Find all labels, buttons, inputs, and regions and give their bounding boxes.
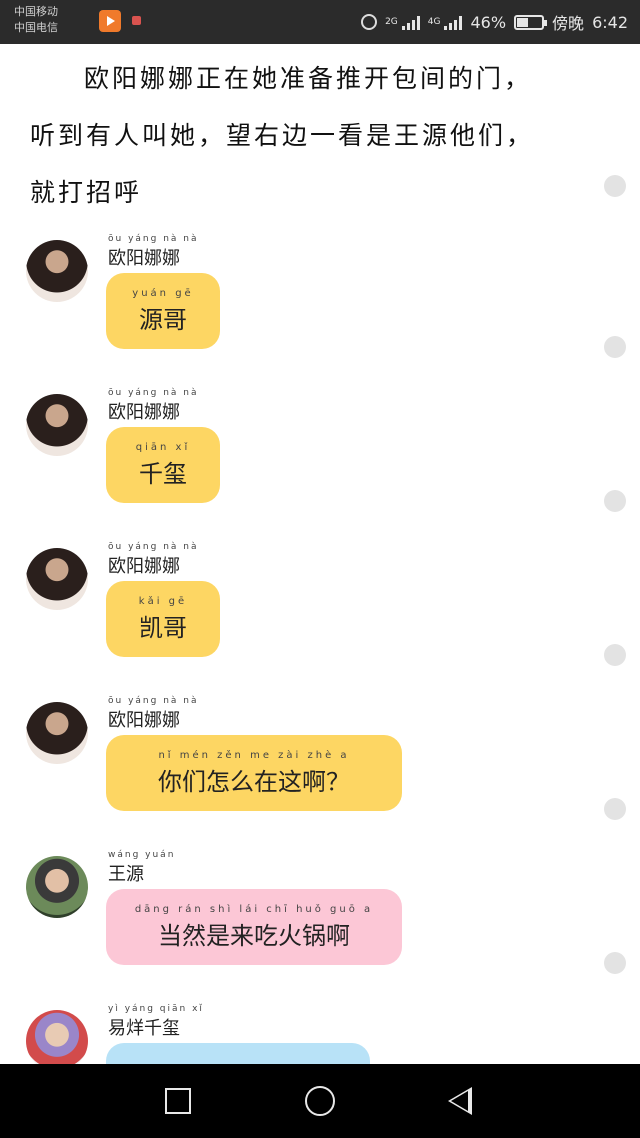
- narration-line-2: 听到有人叫她，望右边一看是王源他们，: [30, 121, 535, 150]
- select-radio[interactable]: [604, 336, 626, 358]
- select-radio[interactable]: [604, 952, 626, 974]
- sender-name: yì yáng qiān xǐ 易烊千玺: [108, 1004, 204, 1040]
- avatar: [26, 240, 88, 302]
- message-pinyin: qiān xǐ: [135, 441, 191, 453]
- message-pinyin: kǎi gē: [138, 595, 188, 607]
- sender-name-text: 欧阳娜娜: [108, 248, 180, 269]
- message-bubble[interactable]: [106, 1043, 370, 1064]
- sender-pinyin: ōu yáng nà nà: [108, 388, 199, 398]
- sender-pinyin: ōu yáng nà nà: [108, 696, 199, 706]
- clock: 6:42: [592, 12, 628, 32]
- message-text: 源哥: [139, 305, 187, 334]
- sender-pinyin: yì yáng qiān xǐ: [108, 1004, 204, 1014]
- recent-apps-icon[interactable]: [165, 1088, 191, 1114]
- video-app-icon: [99, 10, 121, 32]
- notification-icon: [132, 16, 141, 25]
- status-bar: 中国移动 中国电信 2G 4G 46% 傍晚 6:42: [0, 0, 640, 44]
- message-bubble[interactable]: nǐ mén zěn me zài zhè a 你们怎么在这啊？: [106, 735, 402, 811]
- sender-name: ōu yáng nà nà 欧阳娜娜: [108, 542, 199, 578]
- status-indicators: 2G 4G 46% 傍晚 6:42: [361, 9, 628, 35]
- sender-name-text: 王源: [108, 864, 144, 885]
- avatar: [26, 856, 88, 918]
- avatar: [26, 702, 88, 764]
- message-pinyin: nǐ mén zěn me zài zhè a: [158, 749, 350, 761]
- sender-pinyin: wáng yuán: [108, 850, 176, 860]
- message-bubble[interactable]: kǎi gē 凯哥: [106, 581, 220, 657]
- battery-percent: 46%: [470, 12, 507, 32]
- narration-line-1: 欧阳娜娜正在她准备推开包间的门，: [84, 64, 533, 93]
- message-pinyin: dāng rán shì lái chī huǒ guō a: [134, 903, 374, 915]
- narration-line-3: 就打招呼: [30, 178, 143, 207]
- avatar: [26, 1010, 88, 1064]
- chat-content[interactable]: 欧阳娜娜正在她准备推开包间的门， 听到有人叫她，望右边一看是王源他们， 就打招呼…: [0, 44, 640, 1064]
- select-radio[interactable]: [604, 490, 626, 512]
- avatar: [26, 548, 88, 610]
- message-pinyin: yuán gē: [132, 287, 194, 299]
- sender-name-text: 欧阳娜娜: [108, 710, 180, 731]
- message-bubble[interactable]: dāng rán shì lái chī huǒ guō a 当然是来吃火锅啊: [106, 889, 402, 965]
- message-text: 当然是来吃火锅啊: [158, 921, 350, 950]
- message-bubble[interactable]: yuán gē 源哥: [106, 273, 220, 349]
- carrier-info: 中国移动 中国电信: [14, 4, 58, 36]
- sender-name-text: 易烊千玺: [108, 1018, 180, 1039]
- select-radio[interactable]: [604, 798, 626, 820]
- sender-pinyin: ōu yáng nà nà: [108, 542, 199, 552]
- select-radio[interactable]: [604, 175, 626, 197]
- time-prefix: 傍晚: [552, 14, 585, 33]
- select-radio[interactable]: [604, 644, 626, 666]
- carrier-2: 中国电信: [14, 21, 58, 34]
- signal-icon: [401, 14, 420, 30]
- signal-icon-2: [444, 14, 463, 30]
- sender-name-text: 欧阳娜娜: [108, 402, 180, 423]
- network-label-2g: 2G: [385, 17, 398, 27]
- message-bubble[interactable]: qiān xǐ 千玺: [106, 427, 220, 503]
- back-icon[interactable]: [448, 1087, 472, 1115]
- sender-pinyin: ōu yáng nà nà: [108, 234, 199, 244]
- avatar: [26, 394, 88, 456]
- message-text: 你们怎么在这啊？: [158, 767, 350, 796]
- network-label-4g: 4G: [427, 17, 441, 27]
- battery-icon: [514, 14, 548, 30]
- sender-name: ōu yáng nà nà 欧阳娜娜: [108, 696, 199, 732]
- carrier-1: 中国移动: [14, 5, 58, 18]
- sender-name-text: 欧阳娜娜: [108, 556, 180, 577]
- message-text: 凯哥: [138, 613, 187, 642]
- sender-name: ōu yáng nà nà 欧阳娜娜: [108, 388, 199, 424]
- message-text: 千玺: [139, 459, 187, 488]
- sender-name: ōu yáng nà nà 欧阳娜娜: [108, 234, 199, 270]
- alarm-icon: [361, 14, 378, 30]
- narration-text: 欧阳娜娜正在她准备推开包间的门， 听到有人叫她，望右边一看是王源他们， 就打招呼: [30, 50, 590, 221]
- sender-name: wáng yuán 王源: [108, 850, 175, 886]
- home-icon[interactable]: [305, 1086, 335, 1116]
- navigation-bar: [0, 1064, 640, 1138]
